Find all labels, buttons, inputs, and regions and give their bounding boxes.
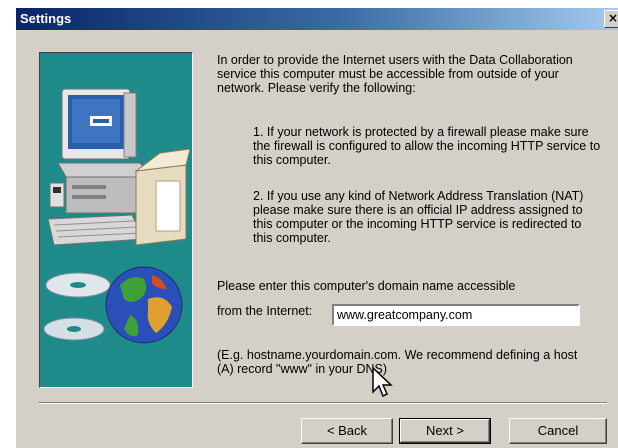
domain-field-label: from the Internet: [217, 304, 313, 318]
domain-name-input[interactable] [332, 304, 580, 326]
next-button[interactable]: Next > [399, 418, 491, 444]
title-bar[interactable]: Settings × [16, 8, 618, 30]
computer-globe-cd-illustration [43, 88, 191, 344]
settings-dialog: Settings × In order to provide the Inter… [16, 8, 618, 448]
domain-prompt-label: Please enter this computer's domain name… [217, 279, 516, 293]
firewall-note: 1. If your network is protected by a fir… [253, 125, 601, 167]
wizard-illustration [39, 52, 193, 388]
intro-text: In order to provide the Internet users w… [217, 53, 573, 95]
example-hint: (E.g. hostname.yourdomain.com. We recomm… [217, 348, 578, 376]
close-icon[interactable]: × [604, 10, 618, 28]
window-title: Settings [20, 11, 72, 26]
cancel-button[interactable]: Cancel [509, 418, 607, 444]
button-separator [39, 402, 607, 404]
nat-note: 2. If you use any kind of Network Addres… [253, 189, 584, 245]
arrow-cursor-icon [372, 366, 393, 398]
back-button[interactable]: < Back [301, 418, 393, 444]
